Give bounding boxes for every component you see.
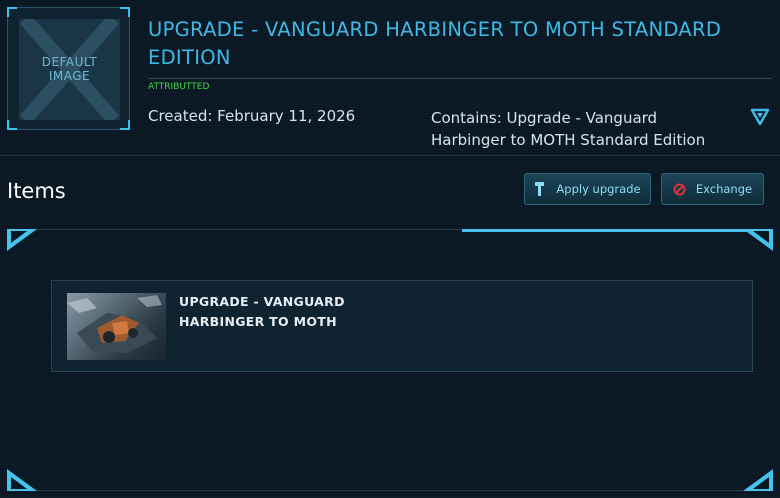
apply-upgrade-button[interactable]: Apply upgrade <box>524 173 651 205</box>
contains-text: Contains: Upgrade - Vanguard Harbinger t… <box>431 109 706 149</box>
exchange-button[interactable]: Exchange <box>661 173 764 205</box>
corner-bracket-icon <box>743 229 773 251</box>
default-image-placeholder: DEFAULT IMAGE <box>19 19 120 120</box>
title-divider <box>148 78 772 79</box>
pledge-thumbnail: DEFAULT IMAGE <box>7 7 130 130</box>
expand-chevron-icon[interactable] <box>750 108 770 126</box>
created-date: Created: February 11, 2026 <box>148 107 356 125</box>
corner-bracket-icon <box>7 229 37 251</box>
apply-upgrade-label: Apply upgrade <box>556 182 641 196</box>
list-item[interactable]: UPGRADE - VANGUARD HARBINGER TO MOTH <box>51 280 753 372</box>
default-image-label-2: IMAGE <box>48 69 91 83</box>
corner-bracket-icon <box>743 469 773 491</box>
items-heading: Items <box>7 179 66 203</box>
corner-bracket-icon <box>7 469 37 491</box>
header-divider <box>0 155 780 156</box>
default-image-label-1: DEFAULT <box>41 55 98 69</box>
pledge-title: UPGRADE - VANGUARD HARBINGER TO MOTH STA… <box>148 18 722 69</box>
prohibited-icon <box>673 183 686 195</box>
attributed-badge: ATTRIBUTTED <box>148 82 210 92</box>
ship-image <box>67 293 166 360</box>
exchange-label: Exchange <box>695 182 753 196</box>
panel-accent-bar <box>462 229 752 232</box>
item-title: UPGRADE - VANGUARD HARBINGER TO MOTH <box>179 294 345 329</box>
hammer-icon <box>535 182 545 196</box>
